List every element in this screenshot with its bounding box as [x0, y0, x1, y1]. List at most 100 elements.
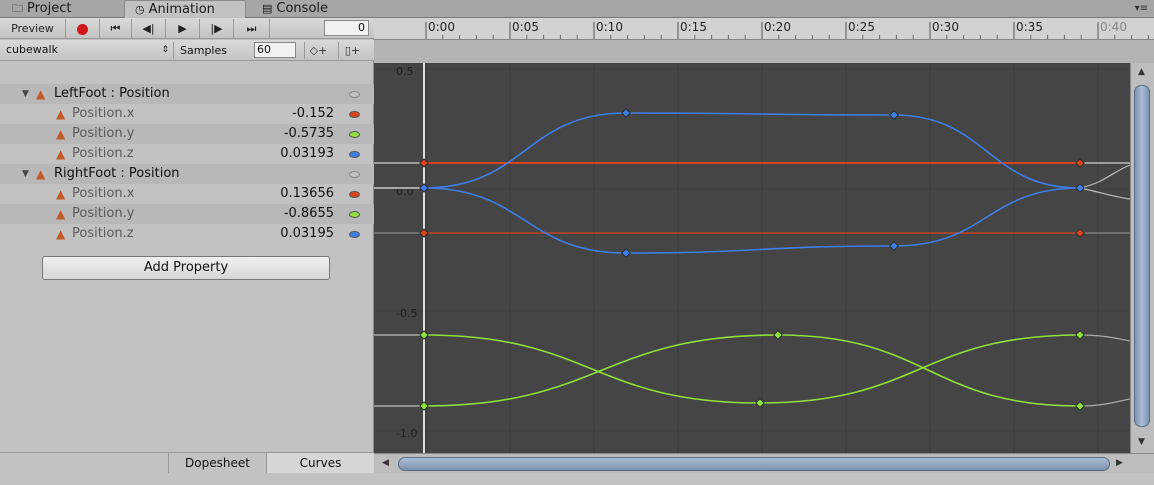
- curve-leftfoot-z[interactable]: [423, 112, 1081, 189]
- keyframe-handle[interactable]: [419, 228, 429, 238]
- tab-curves[interactable]: Curves: [266, 453, 374, 473]
- keyframe-handle[interactable]: [1075, 228, 1085, 238]
- property-row[interactable]: ▼ ▲ RightFoot : Position: [0, 164, 374, 184]
- scroll-left-icon[interactable]: ◀: [382, 458, 389, 468]
- property-value[interactable]: 0.03195: [280, 224, 334, 244]
- curve-extrapolation: [1079, 334, 1130, 342]
- curve-canvas[interactable]: 0.5 0.0 -0.5 -1.0: [374, 63, 1130, 453]
- keyframe-handle[interactable]: [621, 248, 631, 258]
- play-button[interactable]: ▶: [166, 19, 200, 38]
- keyframe-handle[interactable]: [1075, 158, 1085, 168]
- keyframe-handle[interactable]: [419, 330, 429, 340]
- event-track[interactable]: [374, 40, 1154, 64]
- tab-project-label: Project: [27, 1, 72, 16]
- curve-color-icon[interactable]: [349, 111, 360, 118]
- property-row[interactable]: ▲ Position.y -0.5735: [0, 124, 374, 144]
- vertical-scroll-thumb[interactable]: [1134, 85, 1150, 427]
- keyframe-handle[interactable]: [889, 241, 899, 251]
- scroll-up-icon[interactable]: ▲: [1138, 67, 1145, 77]
- property-label: Position.z: [72, 146, 134, 161]
- keyframe-handle[interactable]: [755, 398, 765, 408]
- transform-axis-icon: ▲: [36, 167, 46, 181]
- property-row[interactable]: ▲ Position.z 0.03193: [0, 144, 374, 164]
- property-value[interactable]: -0.152: [292, 104, 334, 124]
- horizontal-scroll-thumb[interactable]: [398, 457, 1110, 471]
- property-value[interactable]: -0.5735: [284, 124, 334, 144]
- clip-name: cubewalk: [6, 43, 58, 56]
- scroll-right-icon[interactable]: ▶: [1116, 458, 1123, 468]
- curve-extrapolation: [1079, 187, 1130, 200]
- record-button[interactable]: [66, 19, 100, 38]
- property-value[interactable]: 0.13656: [280, 184, 334, 204]
- preview-button[interactable]: Preview: [0, 19, 66, 38]
- curve-extrapolation: [1079, 398, 1130, 407]
- curve-toggle-icon[interactable]: [349, 91, 360, 98]
- horizontal-scrollbar[interactable]: ◀ ▶: [374, 453, 1154, 473]
- foldout-arrow-icon[interactable]: ▼: [22, 84, 29, 104]
- property-row[interactable]: ▲ Position.x 0.13656: [0, 184, 374, 204]
- frame-input[interactable]: 0: [324, 20, 369, 36]
- keyframe-handle[interactable]: [889, 110, 899, 120]
- keyframe-handle[interactable]: [1075, 401, 1085, 411]
- next-key-button[interactable]: |▶: [200, 19, 234, 38]
- add-keyframe-icon: ◇+: [309, 44, 328, 57]
- time-tick-label: 0:30: [932, 20, 959, 34]
- time-tick-label: 0:10: [596, 20, 623, 34]
- tab-project[interactable]: 🗀 Project: [2, 0, 112, 18]
- property-row[interactable]: ▲ Position.x -0.152: [0, 104, 374, 124]
- tab-console[interactable]: ▤ Console: [252, 0, 362, 18]
- tab-animation[interactable]: ◷ Animation: [124, 0, 246, 19]
- add-event-icon: ▯+: [344, 44, 361, 57]
- property-row[interactable]: ▼ ▲ LeftFoot : Position: [0, 84, 374, 104]
- property-label: Position.x: [72, 106, 135, 121]
- keyframe-handle[interactable]: [419, 158, 429, 168]
- samples-input[interactable]: 60: [254, 42, 296, 58]
- property-label: LeftFoot : Position: [54, 86, 170, 101]
- time-ruler[interactable]: 0:00 0:05 0:10 0:15 0:20 0:25 0:30 0:35 0:40: [374, 18, 1154, 40]
- animation-hierarchy-panel: Preview ⏮ ◀| ▶ |▶ ⏭ 0 cubewalk ⇕ Samples…: [0, 18, 374, 485]
- clip-toolbar: cubewalk ⇕ Samples 60 ◇+ ▯+: [0, 40, 374, 61]
- time-tick-label: 0:20: [764, 20, 791, 34]
- record-icon: [77, 23, 88, 35]
- prev-key-button[interactable]: ◀|: [132, 19, 166, 38]
- curve-toggle-icon[interactable]: [349, 171, 360, 178]
- curve-color-icon[interactable]: [349, 211, 360, 218]
- first-key-button[interactable]: ⏮: [100, 19, 132, 38]
- curve-color-icon[interactable]: [349, 191, 360, 198]
- curve-color-icon[interactable]: [349, 131, 360, 138]
- panel-menu-icon[interactable]: ▾≡: [1135, 3, 1148, 14]
- keyframe-handle[interactable]: [621, 108, 631, 118]
- curve-color-icon[interactable]: [349, 231, 360, 238]
- property-row[interactable]: ▲ Position.z 0.03195: [0, 224, 374, 244]
- add-property-button[interactable]: Add Property: [42, 256, 330, 280]
- keyframe-handle[interactable]: [419, 183, 429, 193]
- scroll-down-icon[interactable]: ▼: [1138, 437, 1145, 447]
- add-keyframe-button[interactable]: ◇+: [304, 42, 332, 59]
- add-event-button[interactable]: ▯+: [338, 42, 366, 59]
- preview-label: Preview: [11, 22, 54, 35]
- curve-color-icon[interactable]: [349, 151, 360, 158]
- curve-editor[interactable]: 0.5 0.0 -0.5 -1.0: [374, 63, 1130, 453]
- transform-axis-icon: ▲: [36, 87, 46, 101]
- keyframe-handle[interactable]: [773, 330, 783, 340]
- keyframe-handle[interactable]: [1075, 183, 1085, 193]
- property-label: RightFoot : Position: [54, 166, 180, 181]
- time-tick-label: 0:00: [428, 20, 455, 34]
- vertical-scrollbar[interactable]: ▲ ▼: [1130, 63, 1154, 453]
- property-row[interactable]: ▲ Position.y -0.8655: [0, 204, 374, 224]
- last-key-button[interactable]: ⏭: [234, 19, 270, 38]
- playback-toolbar: Preview ⏮ ◀| ▶ |▶ ⏭ 0: [0, 18, 374, 39]
- clip-select[interactable]: cubewalk ⇕: [4, 42, 174, 59]
- keyframe-handle[interactable]: [1075, 330, 1085, 340]
- property-value[interactable]: -0.8655: [284, 204, 334, 224]
- curve-rightfoot-z[interactable]: [423, 187, 1081, 254]
- property-value[interactable]: 0.03193: [280, 144, 334, 164]
- keyframe-handle[interactable]: [419, 401, 429, 411]
- transform-axis-icon: ▲: [56, 107, 66, 121]
- tab-dopesheet[interactable]: Dopesheet: [168, 453, 266, 473]
- curve-extrapolation: [1079, 164, 1130, 189]
- skip-back-icon: ⏮: [110, 22, 121, 35]
- foldout-arrow-icon[interactable]: ▼: [22, 164, 29, 184]
- property-label: Position.y: [72, 126, 135, 141]
- play-icon: ▶: [178, 22, 187, 35]
